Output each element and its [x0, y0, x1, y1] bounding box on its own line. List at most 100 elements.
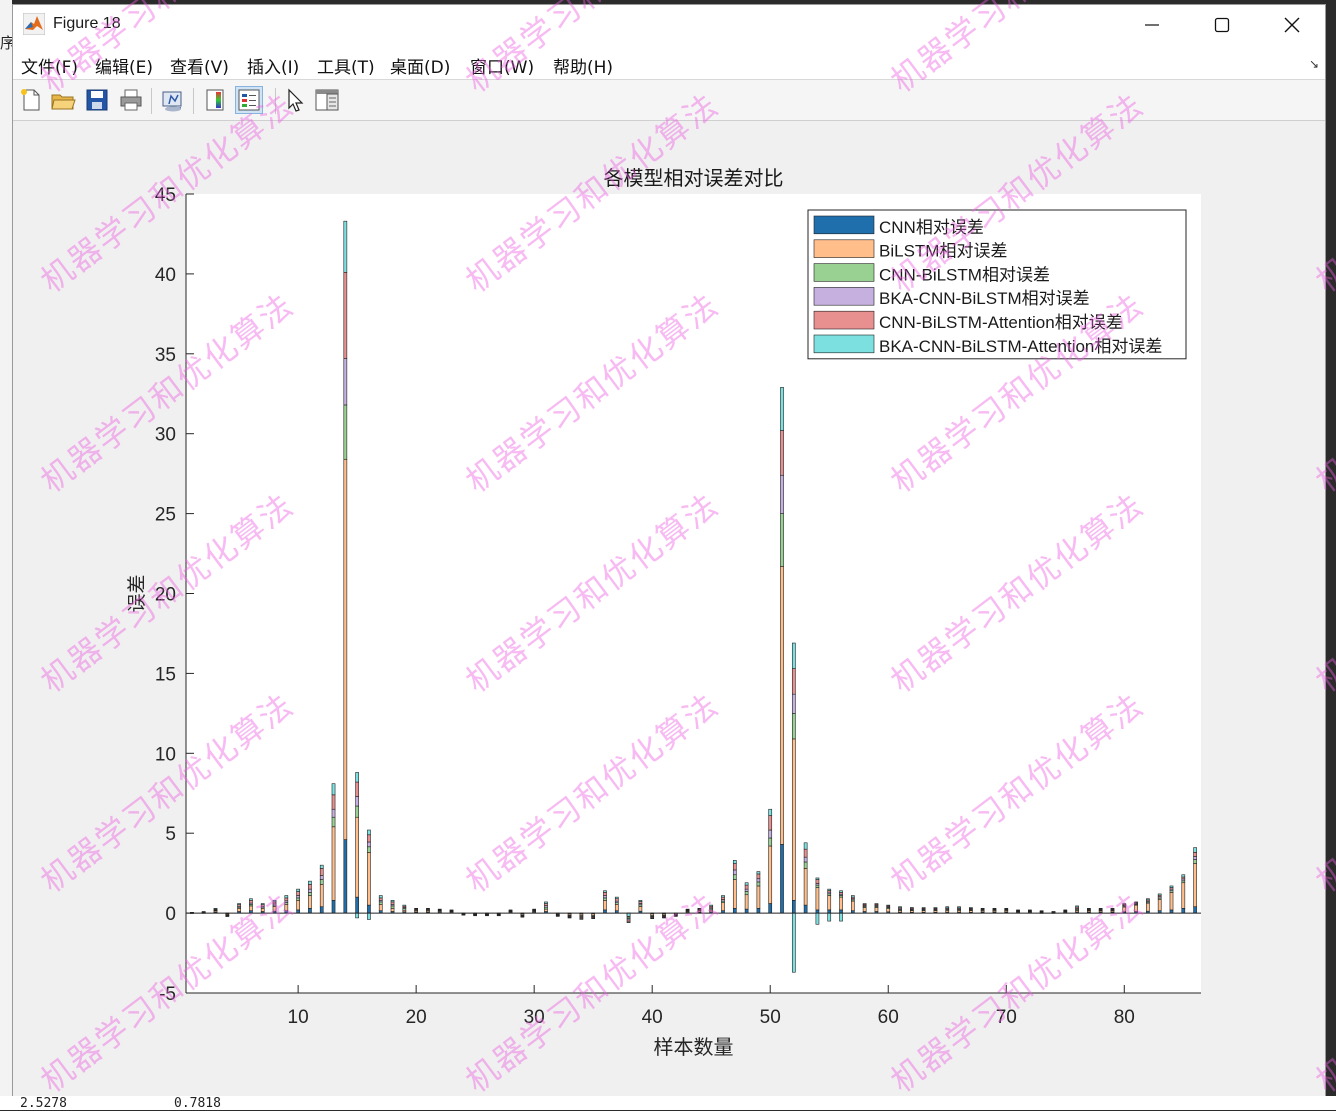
- x-tick-label: 10: [288, 1007, 309, 1028]
- menu-insert[interactable]: 插入(I): [247, 53, 299, 78]
- bar-segment: [791, 900, 796, 914]
- open-file-button[interactable]: [49, 86, 77, 114]
- bar-segment: [1193, 856, 1197, 860]
- menu-view[interactable]: 查看(V): [170, 53, 229, 78]
- legend-entry: BKA-CNN-BiLSTM-Attention相对误差: [879, 337, 1162, 356]
- bar-segment: [768, 903, 773, 914]
- dock-arrow-icon[interactable]: ↘: [1309, 57, 1319, 71]
- edit-plot-button[interactable]: [281, 86, 309, 114]
- bar-segment: [1193, 852, 1197, 857]
- bar-segment: [237, 903, 241, 905]
- bar-segment: [296, 895, 300, 899]
- menu-desktop[interactable]: 桌面(D): [390, 53, 450, 78]
- toolbar-separator: [275, 88, 276, 114]
- bar-segment: [603, 890, 607, 893]
- insert-colorbar-icon: [206, 89, 224, 111]
- legend-swatch: [813, 287, 875, 306]
- bar-segment: [744, 888, 749, 892]
- bar-segment: [815, 877, 820, 880]
- bar-segment: [744, 908, 749, 914]
- bar-segment: [732, 869, 737, 876]
- title-bar[interactable]: Figure 18: [13, 5, 1325, 45]
- x-tick-label: 70: [996, 1007, 1017, 1028]
- bar-segment: [1193, 859, 1197, 864]
- bar-segment: [319, 879, 324, 885]
- bar-segment: [249, 898, 253, 901]
- new-figure-button[interactable]: [17, 86, 45, 114]
- menu-tools[interactable]: 工具(T): [317, 53, 375, 78]
- bar-segment: [508, 909, 513, 911]
- legend-entry: CNN相对误差: [879, 218, 984, 237]
- bar-segment: [1098, 908, 1103, 910]
- bar-segment: [768, 829, 773, 839]
- y-tick-label: -5: [159, 984, 176, 1005]
- bar-segment: [756, 871, 761, 875]
- bar-segment: [603, 895, 607, 899]
- bar-segment: [308, 888, 312, 893]
- figure-canvas: -5 0 5 10 15 20 25 30 35 40 45 10 20 30 40 50 60 70 80 各模型相…: [13, 121, 1325, 1098]
- bar-segment: [603, 900, 607, 911]
- bar-segment: [768, 808, 773, 816]
- bar-segment: [213, 908, 218, 910]
- menu-window[interactable]: 窗口(W): [470, 53, 534, 78]
- bar-segment-negative: [367, 912, 371, 920]
- print-button[interactable]: [117, 86, 145, 114]
- bar-segment: [850, 900, 855, 912]
- bar-segment: [367, 846, 371, 853]
- legend-swatch: [813, 239, 875, 258]
- bar-segment: [296, 897, 300, 901]
- insert-legend-button[interactable]: [235, 86, 263, 114]
- close-button[interactable]: [1257, 5, 1325, 45]
- bar-segment: [544, 903, 548, 906]
- bar-segment: [390, 905, 395, 909]
- y-tick-label: 20: [155, 585, 176, 606]
- bar-segment-negative: [791, 912, 796, 973]
- bar-segment: [780, 474, 784, 514]
- x-tick-label: 30: [524, 1007, 545, 1028]
- bar-segment: [732, 879, 737, 909]
- menu-file[interactable]: 文件(F): [21, 53, 78, 78]
- bar-segment-negative: [827, 912, 832, 922]
- bar-segment: [331, 900, 336, 914]
- print-icon: [120, 89, 142, 111]
- bar-segment: [331, 794, 336, 810]
- bar-segment: [473, 914, 477, 917]
- link-plot-icon: [162, 91, 182, 112]
- bar-segment: [355, 781, 359, 797]
- link-plot-button[interactable]: [159, 86, 187, 114]
- minimize-button[interactable]: [1117, 5, 1187, 45]
- bar-segment: [791, 668, 796, 695]
- bar-segment: [827, 888, 832, 891]
- legend-swatch: [813, 215, 875, 235]
- bar-segment: [862, 903, 867, 905]
- bar-segment: [756, 873, 761, 880]
- save-button[interactable]: [83, 86, 111, 114]
- bar-segment: [721, 902, 725, 912]
- bar-segment: [296, 900, 300, 911]
- bar-segment: [378, 901, 383, 905]
- maximize-button[interactable]: [1187, 5, 1257, 45]
- bar-segment: [969, 907, 973, 909]
- bar-segment: [319, 906, 324, 914]
- property-editor-button[interactable]: [313, 86, 341, 114]
- insert-colorbar-button[interactable]: [201, 86, 229, 114]
- bar-segment: [626, 921, 631, 923]
- y-tick-label: 10: [155, 744, 176, 765]
- bar-segment: [803, 904, 808, 914]
- y-tick-label: 30: [155, 425, 176, 446]
- y-tick-label: 25: [155, 505, 176, 526]
- bar-segment: [614, 904, 619, 912]
- bar-segment: [697, 908, 702, 910]
- relative-error-chart[interactable]: -5 0 5 10 15 20 25 30 35 40 45 10 20 30 40 50 60 70 80 各模型相…: [13, 121, 1325, 1098]
- bar-segment: [992, 908, 997, 910]
- close-icon: [1284, 17, 1300, 33]
- menu-help[interactable]: 帮助(H): [553, 53, 613, 78]
- bar-segment: [461, 914, 466, 916]
- legend-swatch: [813, 334, 875, 354]
- bar-segment: [1181, 882, 1186, 909]
- bar-segment: [850, 895, 855, 898]
- bar-segment: [721, 895, 725, 898]
- menu-edit[interactable]: 编辑(E): [95, 53, 153, 78]
- bar-segment: [319, 884, 324, 908]
- bar-segment: [485, 914, 489, 917]
